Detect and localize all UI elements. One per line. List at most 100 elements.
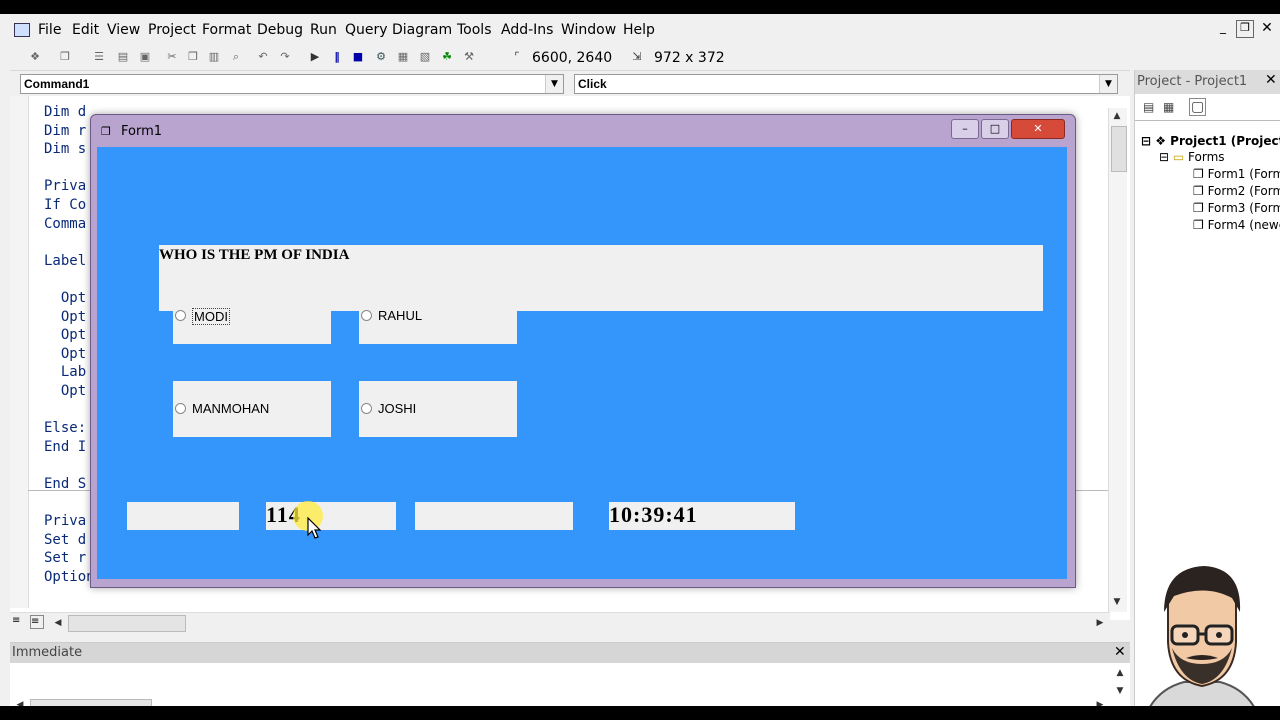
- cut-icon[interactable]: ✂: [165, 50, 179, 64]
- hscroll-thumb[interactable]: [68, 615, 186, 632]
- project-explorer-icon[interactable]: ⚙: [374, 50, 388, 64]
- hscroll-thumb[interactable]: [30, 699, 152, 706]
- scroll-right-icon[interactable]: ▶: [1092, 615, 1108, 631]
- menu-edit[interactable]: Edit: [72, 22, 99, 38]
- procedure-combo[interactable]: Click ▼: [574, 74, 1118, 94]
- scroll-right-icon[interactable]: ▶: [1092, 697, 1108, 706]
- code-line[interactable]: Dim d: [44, 104, 86, 120]
- clock-value: 10:39:41: [609, 502, 698, 527]
- start-icon[interactable]: ▶: [308, 50, 322, 64]
- add-form-icon[interactable]: ❐: [58, 50, 72, 64]
- toggle-folders-icon[interactable]: ▢: [1189, 98, 1207, 116]
- option-modi[interactable]: MODI: [173, 288, 331, 344]
- save-icon[interactable]: ▣: [138, 50, 152, 64]
- tree-item-form3[interactable]: ❐ Form3 (Form: [1193, 201, 1280, 215]
- radio-circle[interactable]: [361, 310, 372, 321]
- close-button[interactable]: ✕: [1011, 119, 1065, 139]
- menu-diagram[interactable]: Diagram: [392, 22, 452, 38]
- menu-addins[interactable]: Add-Ins: [501, 22, 553, 38]
- radio-circle[interactable]: [175, 310, 186, 321]
- tree-item-form2[interactable]: ❐ Form2 (Form: [1193, 184, 1280, 198]
- radio-circle[interactable]: [175, 403, 186, 414]
- project-tree-root[interactable]: ⊟ ❖ Project1 (Project: [1141, 134, 1280, 148]
- tree-item-form1[interactable]: ❐ Form1 (Form: [1193, 167, 1280, 181]
- code-line[interactable]: Set d: [44, 532, 86, 548]
- forms-folder[interactable]: ⊟ ▭ Forms: [1159, 150, 1225, 164]
- code-line[interactable]: Comma: [44, 216, 86, 232]
- mdi-restore-button[interactable]: ❐: [1236, 20, 1254, 38]
- code-line[interactable]: Else:: [44, 420, 86, 436]
- code-line[interactable]: Opt: [44, 327, 86, 343]
- scroll-left-icon[interactable]: ◀: [12, 697, 28, 706]
- code-line[interactable]: Opt: [44, 290, 86, 306]
- vb-app-icon: [14, 23, 30, 37]
- blank-label-2: [415, 502, 573, 530]
- radio-circle[interactable]: [361, 403, 372, 414]
- add-project-icon[interactable]: ❖: [28, 50, 42, 64]
- object-combo[interactable]: Command1 ▼: [20, 74, 564, 94]
- code-vertical-scrollbar[interactable]: ▲ ▼: [1108, 108, 1127, 612]
- form-layout-icon[interactable]: ▧: [418, 50, 432, 64]
- scroll-up-icon[interactable]: ▲: [1109, 108, 1125, 124]
- full-module-view-icon[interactable]: ≡: [30, 615, 44, 629]
- end-icon[interactable]: ■: [351, 50, 365, 64]
- properties-window-icon[interactable]: ▦: [396, 50, 410, 64]
- form1-titlebar[interactable]: ❐ Form1 – □ ✕: [91, 115, 1075, 147]
- scroll-left-icon[interactable]: ◀: [50, 615, 66, 631]
- undo-icon[interactable]: ↶: [256, 50, 270, 64]
- code-line[interactable]: Set r: [44, 550, 86, 566]
- option-manmohan[interactable]: MANMOHAN: [173, 381, 331, 437]
- menu-tools[interactable]: Tools: [457, 22, 492, 38]
- form1-window[interactable]: ❐ Form1 – □ ✕ WHO IS THE PM OF INDIA MOD…: [90, 114, 1076, 588]
- menu-run[interactable]: Run: [310, 22, 337, 38]
- code-line[interactable]: End I: [44, 439, 86, 455]
- redo-icon[interactable]: ↷: [278, 50, 292, 64]
- view-code-icon[interactable]: ▤: [1143, 100, 1154, 114]
- immediate-window[interactable]: Immediate ✕ ▲ ▼ ◀ ▶: [10, 642, 1130, 706]
- open-project-icon[interactable]: ▤: [116, 50, 130, 64]
- mdi-close-button[interactable]: ✕: [1258, 20, 1276, 38]
- object-browser-icon[interactable]: ☘: [440, 50, 454, 64]
- menu-query[interactable]: Query: [345, 22, 388, 38]
- code-line[interactable]: Opt: [44, 383, 86, 399]
- menu-window[interactable]: Window: [561, 22, 616, 38]
- chevron-down-icon[interactable]: ▼: [1099, 75, 1117, 93]
- code-line[interactable]: Lab: [44, 364, 86, 380]
- tree-item-form4[interactable]: ❐ Form4 (newe: [1193, 218, 1280, 232]
- menu-debug[interactable]: Debug: [257, 22, 303, 38]
- code-line[interactable]: Opt: [44, 309, 86, 325]
- option-label: JOSHI: [378, 401, 417, 416]
- menu-editor-icon[interactable]: ☰: [92, 50, 106, 64]
- menu-view[interactable]: View: [107, 22, 140, 38]
- code-line[interactable]: Priva: [44, 513, 86, 529]
- break-icon[interactable]: ‖: [330, 50, 344, 64]
- code-line[interactable]: If Co: [44, 197, 86, 213]
- code-line[interactable]: Dim r: [44, 123, 86, 139]
- code-line[interactable]: Dim s: [44, 141, 86, 157]
- menu-file[interactable]: File: [38, 22, 61, 38]
- scroll-thumb[interactable]: [1111, 126, 1127, 172]
- copy-icon[interactable]: ❐: [186, 50, 200, 64]
- procedure-view-icon[interactable]: ≡: [12, 615, 26, 629]
- margin-indicator-bar[interactable]: [10, 96, 29, 608]
- paste-icon[interactable]: ▥: [207, 50, 221, 64]
- mdi-minimize-button[interactable]: _: [1214, 20, 1232, 38]
- code-horizontal-scrollbar[interactable]: ≡ ≡ ◀ ▶: [10, 612, 1110, 633]
- code-line[interactable]: Label: [44, 253, 86, 269]
- view-object-icon[interactable]: ▦: [1163, 100, 1174, 114]
- minimize-button[interactable]: –: [951, 119, 979, 139]
- menu-help[interactable]: Help: [623, 22, 655, 38]
- size-icon: ⇲: [632, 50, 642, 63]
- maximize-button[interactable]: □: [981, 119, 1009, 139]
- menu-format[interactable]: Format: [202, 22, 251, 38]
- chevron-down-icon[interactable]: ▼: [545, 75, 563, 93]
- option-joshi[interactable]: JOSHI: [359, 381, 517, 437]
- code-line[interactable]: Priva: [44, 178, 86, 194]
- find-icon[interactable]: ⌕: [229, 50, 243, 64]
- toolbox-icon[interactable]: ⚒: [462, 50, 476, 64]
- code-line[interactable]: Opt: [44, 346, 86, 362]
- option-rahul[interactable]: RAHUL: [359, 288, 517, 344]
- scroll-down-icon[interactable]: ▼: [1109, 594, 1125, 610]
- close-icon[interactable]: ✕: [1265, 72, 1277, 88]
- menu-project[interactable]: Project: [148, 22, 196, 38]
